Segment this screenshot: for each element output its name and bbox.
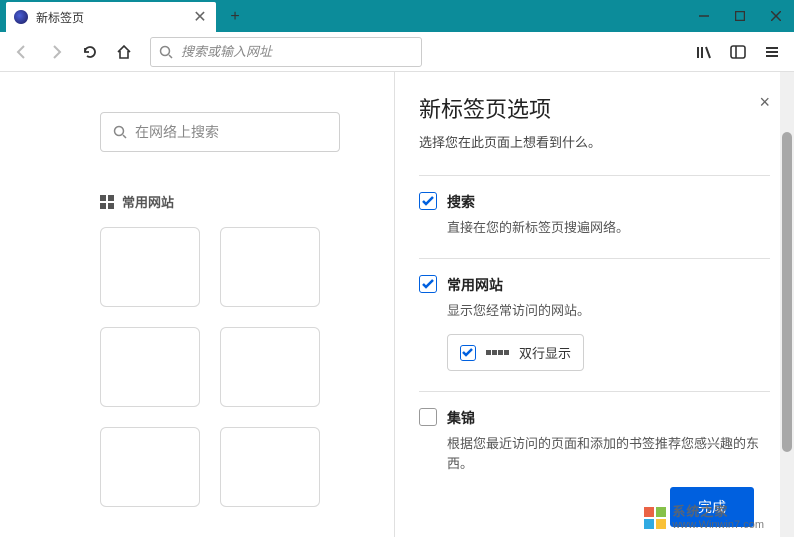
back-button[interactable] <box>6 36 38 68</box>
hamburger-icon <box>764 44 780 60</box>
reload-button[interactable] <box>74 36 106 68</box>
close-tab-icon[interactable]: ✕ <box>192 9 208 25</box>
new-tab-button[interactable]: + <box>220 2 250 32</box>
rows-label: 双行显示 <box>519 343 571 362</box>
newtab-search-bar[interactable] <box>100 112 340 152</box>
menu-button[interactable] <box>756 36 788 68</box>
highlights-checkbox[interactable] <box>419 408 437 426</box>
address-bar[interactable] <box>150 37 422 67</box>
home-icon <box>116 44 132 60</box>
topsites-grid <box>100 227 400 507</box>
rows-checkbox[interactable] <box>460 345 476 361</box>
tab-favicon <box>14 10 28 24</box>
topsites-option-label: 常用网站 <box>447 275 503 295</box>
topsite-tile[interactable] <box>220 427 320 507</box>
scrollbar-thumb[interactable] <box>782 132 792 452</box>
grid-icon <box>486 350 509 355</box>
search-option-desc: 直接在您的新标签页搜遍网络。 <box>447 218 770 238</box>
highlights-option-desc: 根据您最近访问的页面和添加的书签推荐您感兴趣的东西。 <box>447 434 770 473</box>
titlebar: 新标签页 ✕ + <box>0 0 794 32</box>
search-icon <box>159 45 173 59</box>
close-window-button[interactable] <box>758 0 794 32</box>
highlights-option-label: 集锦 <box>447 408 475 428</box>
arrow-right-icon <box>48 44 64 60</box>
home-button[interactable] <box>108 36 140 68</box>
arrow-left-icon <box>14 44 30 60</box>
newtab-options-panel: 新标签页选项 × 选择您在此页面上想看到什么。 搜索 直接在您的新标签页搜遍网络… <box>394 72 794 537</box>
done-button[interactable]: 完成 <box>670 487 754 527</box>
topsite-tile[interactable] <box>220 227 320 307</box>
maximize-icon <box>735 11 745 21</box>
topsites-option-desc: 显示您经常访问的网站。 <box>447 301 770 321</box>
option-topsites: 常用网站 显示您经常访问的网站。 双行显示 <box>419 258 770 392</box>
panel-close-button[interactable]: × <box>759 92 770 113</box>
search-option-label: 搜索 <box>447 192 475 212</box>
search-checkbox[interactable] <box>419 192 437 210</box>
minimize-icon <box>699 11 709 21</box>
library-icon <box>696 44 712 60</box>
scrollbar[interactable] <box>780 72 794 537</box>
url-input[interactable] <box>181 44 413 59</box>
tab-strip: 新标签页 ✕ + <box>0 2 686 32</box>
close-icon <box>771 11 781 21</box>
check-icon <box>422 195 434 207</box>
search-icon <box>113 125 127 139</box>
window-controls <box>686 0 794 32</box>
rows-sub-option[interactable]: 双行显示 <box>447 334 584 371</box>
maximize-button[interactable] <box>722 0 758 32</box>
content-area: 常用网站 新标签页选项 × 选择您在此页面上想看到什么。 搜索 直接在您的新标签… <box>0 72 794 537</box>
grid-icon <box>100 195 114 209</box>
tab-title: 新标签页 <box>36 9 192 26</box>
panel-subtitle: 选择您在此页面上想看到什么。 <box>419 132 770 151</box>
topsites-label: 常用网站 <box>122 192 174 211</box>
toolbar <box>0 32 794 72</box>
check-icon <box>462 347 474 359</box>
library-button[interactable] <box>688 36 720 68</box>
sidebar-icon <box>730 44 746 60</box>
sidebar-button[interactable] <box>722 36 754 68</box>
option-highlights: 集锦 根据您最近访问的页面和添加的书签推荐您感兴趣的东西。 <box>419 391 770 493</box>
minimize-button[interactable] <box>686 0 722 32</box>
newtab-search-input[interactable] <box>135 124 327 140</box>
topsite-tile[interactable] <box>100 327 200 407</box>
forward-button[interactable] <box>40 36 72 68</box>
topsites-checkbox[interactable] <box>419 275 437 293</box>
reload-icon <box>82 44 98 60</box>
check-icon <box>422 278 434 290</box>
option-search: 搜索 直接在您的新标签页搜遍网络。 <box>419 175 770 258</box>
topsite-tile[interactable] <box>100 427 200 507</box>
browser-tab[interactable]: 新标签页 ✕ <box>6 2 216 32</box>
topsite-tile[interactable] <box>100 227 200 307</box>
panel-title: 新标签页选项 <box>419 92 551 124</box>
topsite-tile[interactable] <box>220 327 320 407</box>
